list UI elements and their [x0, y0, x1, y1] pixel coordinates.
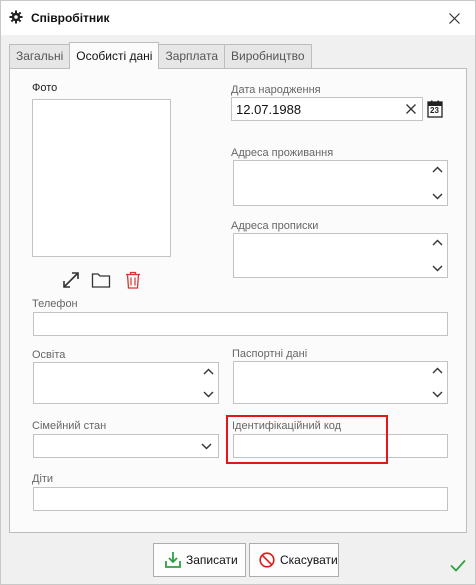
tab-personal-data[interactable]: Особисті дані [69, 42, 160, 69]
birth-date-value: 12.07.1988 [236, 102, 302, 117]
cancel-button[interactable]: Скасувати [249, 543, 339, 577]
education-scrollbar[interactable] [203, 366, 215, 400]
check-icon [449, 557, 467, 573]
children-label: Діти [32, 473, 54, 485]
close-icon [448, 12, 460, 24]
tab-salary[interactable]: Зарплата [158, 44, 225, 69]
passport-label: Паспортні дані [232, 348, 308, 360]
tab-general[interactable]: Загальні [9, 44, 71, 69]
scroll-down-icon[interactable] [203, 391, 214, 398]
residence-address-field[interactable] [233, 160, 448, 206]
photo-label: Фото [32, 82, 58, 94]
employee-dialog: Співробітник Загальні Особисті дані Зарп… [0, 0, 476, 585]
education-label: Освіта [32, 349, 66, 361]
marital-status-select[interactable] [33, 434, 219, 458]
cancel-button-label: Скасувати [280, 553, 338, 567]
trash-icon[interactable] [122, 269, 144, 291]
gear-icon [9, 10, 23, 24]
passport-scrollbar[interactable] [432, 365, 444, 400]
registration-address-label: Адреса прописки [231, 220, 319, 232]
phone-label: Телефон [32, 298, 78, 310]
registration-address-field[interactable] [233, 233, 448, 278]
scroll-up-icon[interactable] [432, 239, 443, 246]
residence-scrollbar[interactable] [432, 164, 444, 202]
chevron-down-icon[interactable] [201, 443, 212, 450]
education-field[interactable] [33, 362, 219, 404]
cancel-icon [258, 551, 276, 569]
title-bar: Співробітник [1, 1, 475, 35]
birth-date-label: Дата народження [231, 84, 321, 96]
children-field[interactable] [33, 487, 448, 511]
close-button[interactable] [443, 7, 465, 29]
calendar-icon[interactable]: 23 [426, 99, 444, 119]
birth-date-field[interactable]: 12.07.1988 [231, 97, 423, 121]
photo-box[interactable] [32, 99, 171, 257]
folder-icon[interactable] [90, 269, 112, 291]
save-button[interactable]: Записати [153, 543, 246, 577]
window-title: Співробітник [31, 11, 110, 25]
scroll-up-icon[interactable] [432, 367, 443, 374]
residence-address-label: Адреса проживання [231, 147, 334, 159]
tax-id-highlight [226, 415, 388, 464]
tab-bar: Загальні Особисті дані Зарплата Виробниц… [9, 42, 312, 69]
calendar-day: 23 [430, 106, 439, 115]
scroll-up-icon[interactable] [203, 368, 214, 375]
clear-date-icon[interactable] [405, 103, 417, 115]
save-button-label: Записати [186, 553, 238, 567]
scroll-down-icon[interactable] [432, 193, 443, 200]
expand-icon[interactable] [60, 269, 82, 291]
marital-status-label: Сімейний стан [32, 420, 107, 432]
phone-field[interactable] [33, 312, 448, 336]
download-icon [164, 551, 182, 569]
scroll-down-icon[interactable] [432, 265, 443, 272]
scroll-up-icon[interactable] [432, 166, 443, 173]
scroll-down-icon[interactable] [432, 391, 443, 398]
registration-scrollbar[interactable] [432, 237, 444, 274]
passport-field[interactable] [233, 361, 448, 404]
tab-production[interactable]: Виробництво [224, 44, 312, 69]
